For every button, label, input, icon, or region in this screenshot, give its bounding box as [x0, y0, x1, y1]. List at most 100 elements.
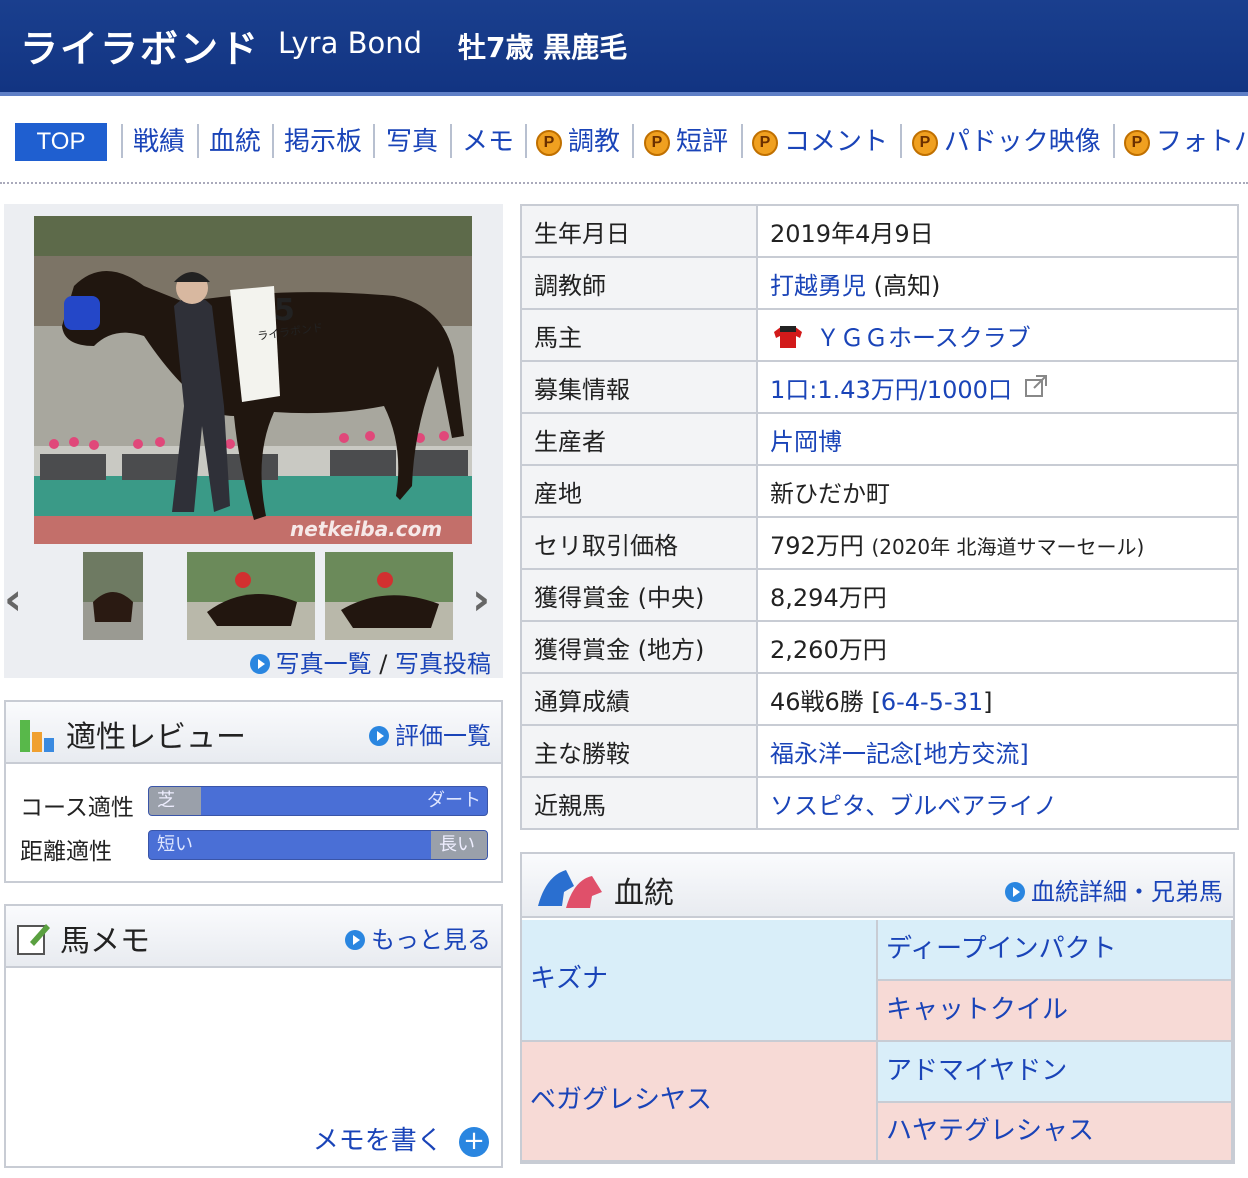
dam-dam-cell[interactable]: ハヤテグレシャス	[878, 1103, 1233, 1162]
aptitude-review-header: 適性レビュー 評価一覧	[6, 702, 501, 764]
tab-memo[interactable]: メモ	[462, 122, 514, 162]
tab-comment-label: コメント	[784, 127, 889, 157]
birthdate-key: 生年月日	[520, 204, 758, 258]
pedigree-header: 血統 血統詳細・兄弟馬	[522, 854, 1233, 918]
breeder-link[interactable]: 片岡博	[770, 428, 842, 456]
pedigree-detail-link[interactable]: 血統詳細・兄弟馬	[1005, 872, 1223, 907]
tab-paddock-video[interactable]: P パドック映像	[912, 122, 1101, 162]
nav-separator	[272, 124, 274, 158]
tab-photopa[interactable]: P フォトパ	[1124, 122, 1248, 162]
photo-list-link[interactable]: 写真一覧	[276, 650, 372, 678]
saddle-number: 5	[274, 293, 295, 328]
premium-icon: P	[536, 130, 562, 156]
table-row: 生産者 片岡博	[520, 412, 1239, 466]
page-header: ライラボンド Lyra Bond 牡7歳 黒鹿毛	[0, 0, 1248, 96]
distance-long-label: 長い	[431, 831, 487, 859]
owner-silks-icon	[774, 325, 802, 348]
memo-pencil-icon	[17, 924, 50, 955]
table-row: 主な勝鞍 福永洋一記念[地方交流]	[520, 724, 1239, 778]
owner-link[interactable]: ＹＧＧホースクラブ	[816, 324, 1031, 352]
trainer-location: (高知)	[873, 271, 941, 300]
horse-sex-age-color: 牡7歳 黒鹿毛	[458, 31, 628, 64]
dam-sire-cell[interactable]: アドマイヤドン	[878, 1042, 1233, 1103]
tab-training[interactable]: P 調教	[536, 122, 620, 162]
tab-short-review-label: 短評	[676, 127, 729, 157]
owner-key: 馬主	[520, 308, 758, 362]
photo-thumbnail[interactable]	[83, 552, 143, 640]
distance-short-label: 短い	[157, 834, 193, 855]
recruit-link[interactable]: 1口:1.43万円/1000口	[770, 376, 1012, 404]
course-aptitude-label: コース適性	[20, 795, 134, 821]
pedigree-box: 血統 血統詳細・兄弟馬 キズナ ディープインパクト キャットクイル ベガグレシヤ…	[520, 852, 1235, 1164]
breeder-key: 生産者	[520, 412, 758, 466]
external-link-icon	[1024, 374, 1047, 397]
tab-photos[interactable]: 写真	[386, 122, 438, 162]
tab-pedigree[interactable]: 血統	[209, 122, 261, 162]
write-memo-button[interactable]: メモを書く +	[313, 1120, 489, 1157]
nav-separator	[450, 124, 452, 158]
sire-sire-cell[interactable]: ディープインパクト	[878, 920, 1233, 981]
tab-photopa-label: フォトパ	[1156, 127, 1248, 157]
record-detail-link[interactable]: 6-4-5-31	[881, 688, 983, 716]
nav-separator	[373, 124, 375, 158]
auction-price: 792万円	[770, 531, 864, 560]
arrow-circle-icon	[345, 930, 365, 950]
trainer-link[interactable]: 打越勇児	[770, 272, 866, 300]
table-row: 募集情報 1口:1.43万円/1000口	[520, 360, 1239, 414]
prize-central-key: 獲得賞金 (中央)	[520, 568, 758, 622]
distance-aptitude-label: 距離適性	[20, 839, 112, 865]
origin-value: 新ひだか町	[756, 464, 1239, 518]
nav-separator	[741, 124, 743, 158]
bar-chart-icon	[20, 720, 54, 752]
table-row: 馬主 ＹＧＧホースクラブ	[520, 308, 1239, 362]
horse-memo-box: 馬メモ もっと見る メモを書く +	[4, 904, 503, 1168]
photo-links: 写真一覧 / 写真投稿	[249, 644, 491, 679]
horse-photo-image: 5 ライラボンド netkeiba.com	[34, 216, 472, 544]
premium-icon: P	[912, 130, 938, 156]
dam-cell[interactable]: ベガグレシヤス	[522, 1042, 878, 1162]
premium-icon: P	[752, 130, 778, 156]
course-aptitude-bar: 芝 ダート	[148, 786, 488, 816]
photo-watermark: netkeiba.com	[290, 517, 442, 541]
tab-top[interactable]: TOP	[15, 123, 107, 161]
main-horse-photo[interactable]: 5 ライラボンド netkeiba.com	[34, 216, 472, 544]
course-dirt-label: ダート	[427, 790, 481, 811]
origin-key: 産地	[520, 464, 758, 518]
nav-separator	[525, 124, 527, 158]
divider	[0, 182, 1248, 184]
distance-aptitude-bar: 短い 長い	[148, 830, 488, 860]
chevron-right-icon[interactable]: ›	[472, 574, 490, 625]
rating-list-link[interactable]: 評価一覧	[369, 716, 491, 751]
photo-post-link[interactable]: 写真投稿	[395, 650, 491, 678]
nav-separator	[197, 124, 199, 158]
course-turf-label: 芝	[149, 787, 201, 815]
prize-local-key: 獲得賞金 (地方)	[520, 620, 758, 674]
photo-thumbnail[interactable]	[325, 552, 453, 640]
arrow-circle-icon	[1005, 882, 1025, 902]
horse-profile-table: 生年月日 2019年4月9日 調教師 打越勇児 (高知) 馬主 ＹＧＧホースクラブ …	[520, 204, 1239, 830]
nav-separator	[632, 124, 634, 158]
pedigree-detail-label: 血統詳細・兄弟馬	[1031, 878, 1223, 906]
table-row: 産地 新ひだか町	[520, 464, 1239, 518]
birthdate-value: 2019年4月9日	[756, 204, 1239, 258]
arrow-circle-icon	[249, 654, 270, 674]
tab-short-review[interactable]: P 短評	[644, 122, 728, 162]
horse-memo-title: 馬メモ	[60, 924, 150, 959]
table-row: セリ取引価格 792万円 (2020年 北海道サマーセール)	[520, 516, 1239, 570]
photo-thumbnail[interactable]	[187, 552, 315, 640]
recruit-key: 募集情報	[520, 360, 758, 414]
aptitude-review-title: 適性レビュー	[66, 720, 246, 755]
tab-results[interactable]: 戦績	[133, 122, 185, 162]
relatives-link[interactable]: ソスピタ、ブルベアライノ	[770, 792, 1057, 820]
chevron-left-icon[interactable]: ‹	[4, 574, 22, 625]
sire-cell[interactable]: キズナ	[522, 920, 878, 1042]
tab-comment[interactable]: P コメント	[752, 122, 888, 162]
main-win-link[interactable]: 福永洋一記念[地方交流]	[770, 740, 1029, 768]
horse-heads-icon	[538, 870, 602, 908]
aptitude-review-box: 適性レビュー 評価一覧 コース適性 芝 ダート 距離適性 短い 長い	[4, 700, 503, 883]
tab-board[interactable]: 掲示板	[284, 122, 362, 162]
more-memo-link[interactable]: もっと見る	[345, 920, 491, 955]
photo-panel: 5 ライラボンド netkeiba.com ‹ › 写真一覧 / 写真投稿	[4, 204, 503, 678]
nav-separator	[1113, 124, 1115, 158]
sire-dam-cell[interactable]: キャットクイル	[878, 981, 1233, 1042]
